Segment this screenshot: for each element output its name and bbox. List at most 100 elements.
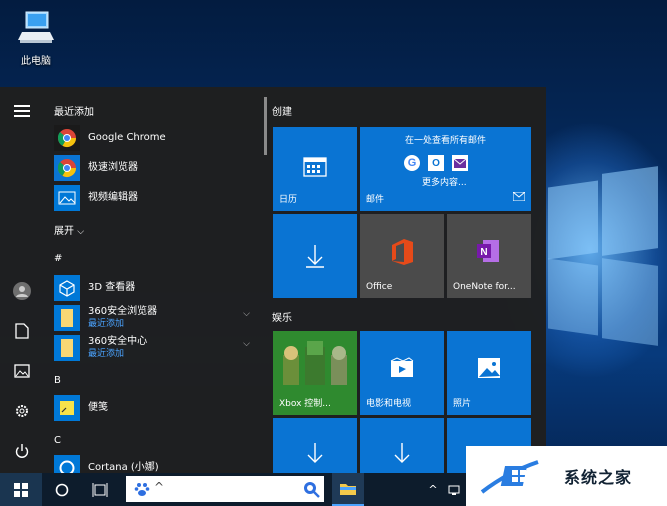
this-pc-desktop-icon[interactable]: 此电脑 [8,8,64,67]
computer-icon [16,8,56,48]
app-sticky-notes[interactable]: 便笺 [54,395,254,421]
app-label: 360安全浏览器 [88,306,158,317]
tile-label: Office [366,282,393,292]
chevron-down-icon[interactable]: ⌵ [243,339,250,349]
expand-button[interactable]: 展开 ⌵ [54,222,84,237]
pictures-icon[interactable] [12,361,32,381]
google-icon: G [404,155,420,171]
outlook-icon: O [428,155,444,171]
tile-photos[interactable]: 照片 [447,331,531,415]
watermark-logo-icon [478,452,558,502]
app-label: 视频编辑器 [88,192,138,203]
mail-more-text: 更多内容... [422,178,467,188]
folder-icon [340,483,356,495]
download-arrow-icon [305,442,325,470]
task-view-button[interactable] [82,473,118,506]
chrome-icon [54,125,80,151]
power-icon[interactable] [12,441,32,461]
tile-xbox[interactable]: Xbox 控制... [273,331,357,415]
chevron-down-icon: ⌵ [77,227,85,237]
group-header-create[interactable]: 创建 [272,103,292,118]
letter-header-hash[interactable]: # [54,253,62,264]
office-icon [390,238,414,270]
cube-icon [54,275,80,301]
chrome-icon [54,155,80,181]
documents-icon[interactable] [12,321,32,341]
sticky-note-icon [54,395,80,421]
windows-logo-wallpaper [548,166,658,350]
recently-added-tag: 最近添加 [88,349,125,359]
tile-label: 日历 [279,195,298,205]
group-header-play[interactable]: 娱乐 [272,309,292,324]
mail-header-text: 在一处查看所有邮件 [404,136,486,146]
watermark-badge: 系统之家 [466,446,667,506]
tile-mail[interactable]: 在一处查看所有邮件 G O 更多内容... 邮件 [360,127,531,211]
tile-download-2[interactable] [273,418,357,473]
photos-icon [477,357,501,383]
tiles-panel: 创建 日历 在一处查看所有邮件 G O 更多内容... 邮件 Office N … [272,87,546,473]
app-label: 便笺 [88,402,108,413]
tile-download-3[interactable] [360,418,444,473]
chevron-down-icon[interactable]: ⌵ [243,309,250,319]
app-list: 最近添加 Google Chrome 极速浏览器 视频编辑器 展开 ⌵ # 3D… [44,87,264,473]
app-360-browser[interactable]: 360安全浏览器 最近添加 ⌵ [54,305,254,331]
envelope-icon [512,186,526,205]
user-avatar-icon[interactable] [12,281,32,301]
file-explorer-button[interactable] [332,473,364,506]
app-jisu-browser[interactable]: 极速浏览器 [54,155,254,181]
folder-icon [54,305,80,331]
this-pc-label: 此电脑 [21,56,51,67]
app-3d-viewer[interactable]: 3D 查看器 [54,275,254,301]
tile-label: OneNote for... [453,282,516,292]
film-icon [390,357,416,383]
letter-header-b[interactable]: B [54,375,61,386]
tile-movies-tv[interactable]: 电影和电视 [360,331,444,415]
xbox-characters-image [279,341,351,401]
recently-added-tag: 最近添加 [88,319,125,329]
app-label: Google Chrome [88,132,166,143]
start-button[interactable] [0,473,42,506]
network-icon[interactable] [446,473,464,506]
tile-onenote[interactable]: N OneNote for... [447,214,531,298]
hamburger-menu-icon[interactable] [12,101,32,121]
tile-label: 电影和电视 [366,399,412,409]
tile-label: 邮件 [366,195,385,205]
letter-header-c[interactable]: C [54,435,61,446]
tile-office[interactable]: Office [360,214,444,298]
app-label: 360安全中心 [88,336,148,347]
mail-provider-icons: G O [404,155,468,171]
recently-added-header: 最近添加 [54,107,94,118]
tile-calendar[interactable]: 日历 [273,127,357,211]
folder-icon [54,335,80,361]
windows-logo-icon [14,482,28,497]
search-icon[interactable] [302,480,320,502]
cortana-circle-icon [55,483,69,496]
task-view-icon [92,482,108,497]
app-google-chrome[interactable]: Google Chrome [54,125,254,151]
cortana-button[interactable] [44,473,80,506]
app-label: Cortana (小娜) [88,462,159,473]
app-label: 极速浏览器 [88,162,138,173]
tile-label: 照片 [453,399,472,409]
yahoo-mail-icon [452,155,468,171]
tile-download-1[interactable] [273,214,357,298]
onenote-icon: N [475,238,501,268]
app-video-editor[interactable]: 视频编辑器 [54,185,254,211]
app-list-scrollbar[interactable] [264,97,267,155]
start-menu-rail [0,87,44,473]
app-360-security[interactable]: 360安全中心 最近添加 ⌵ [54,335,254,361]
watermark-text: 系统之家 [564,468,633,487]
download-arrow-icon [392,442,412,470]
svg-text:N: N [480,247,487,258]
app-label: 3D 查看器 [88,282,136,293]
baidu-paw-icon [134,481,150,501]
cortana-icon [54,455,80,473]
taskbar-search-box[interactable]: ^ [126,476,324,502]
settings-gear-icon[interactable] [12,401,32,421]
tile-label: Xbox 控制... [279,399,331,409]
app-cortana[interactable]: Cortana (小娜) [54,455,254,473]
search-caret: ^ [154,480,165,494]
download-arrow-icon [305,244,325,272]
expand-label: 展开 [54,226,74,237]
tray-overflow-chevron-icon[interactable]: ^ [424,473,442,506]
